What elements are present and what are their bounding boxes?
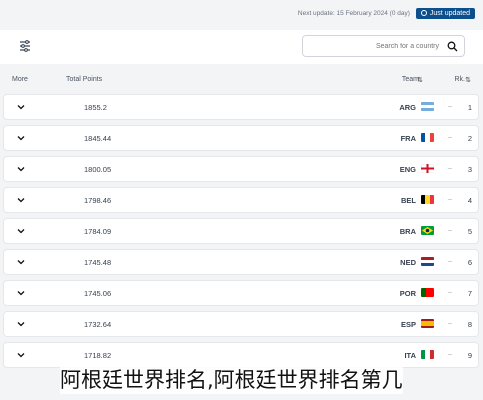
table-row[interactable]: 1855.2 ARG – 1 xyxy=(4,95,478,119)
total-points-value: 1718.82 xyxy=(84,351,112,360)
total-points-value: 1800.05 xyxy=(84,165,112,174)
chevron-down-icon[interactable] xyxy=(16,195,26,205)
rank-change-indicator: – xyxy=(448,227,452,234)
team-code: POR xyxy=(399,289,416,298)
chevron-down-icon[interactable] xyxy=(16,102,26,112)
top-bar: Next update: 15 February 2024 (0 day) Ju… xyxy=(0,0,483,26)
team-code: NED xyxy=(400,258,416,267)
table-header: More Total Points Team ⇅ Rk. ⇅ xyxy=(0,70,483,90)
rank-number: 2 xyxy=(467,134,472,143)
chevron-down-icon[interactable] xyxy=(16,164,26,174)
column-more: More xyxy=(12,76,28,83)
table-row[interactable]: 1800.05 ENG – 3 xyxy=(4,157,478,181)
total-points-value: 1798.46 xyxy=(84,196,112,205)
chevron-down-icon[interactable] xyxy=(16,257,26,267)
rank-change-indicator: – xyxy=(448,351,452,358)
caption-text: 阿根廷世界排名,阿根廷世界排名第几 xyxy=(60,364,403,394)
table-row[interactable]: 1845.44 FRA – 2 xyxy=(4,126,478,150)
rank-change-indicator: – xyxy=(448,289,452,296)
rank-number: 4 xyxy=(467,196,472,205)
rank-number: 7 xyxy=(467,289,472,298)
next-update-text: Next update: 15 February 2024 (0 day) xyxy=(297,9,410,17)
rank-number: 6 xyxy=(467,258,472,267)
rank-number: 3 xyxy=(467,165,472,174)
rank-change-indicator: – xyxy=(448,165,452,172)
total-points-value: 1732.64 xyxy=(84,320,112,329)
team-code: ITA xyxy=(404,351,416,360)
filter-icon[interactable] xyxy=(18,39,32,53)
just-updated-badge: Just updated xyxy=(415,7,475,19)
total-points-value: 1745.48 xyxy=(84,258,112,267)
chevron-down-icon[interactable] xyxy=(16,133,26,143)
search-input[interactable] xyxy=(329,42,439,50)
rank-change-indicator: – xyxy=(448,258,452,265)
rank-change-indicator: – xyxy=(448,134,452,141)
table-row[interactable]: 1745.06 POR – 7 xyxy=(4,281,478,305)
team-code: ARG xyxy=(399,103,416,112)
team-code: BRA xyxy=(399,227,416,236)
team-code: BEL xyxy=(401,196,416,205)
flag-icon xyxy=(421,288,434,297)
team-code: ESP xyxy=(400,320,416,329)
table-row[interactable]: 1784.09 BRA – 5 xyxy=(4,219,478,243)
table-row[interactable]: 1798.46 BEL – 4 xyxy=(4,188,478,212)
total-points-value: 1845.44 xyxy=(84,134,112,143)
rank-number: 9 xyxy=(467,351,472,360)
chevron-down-icon[interactable] xyxy=(16,288,26,298)
total-points-value: 1784.09 xyxy=(84,227,112,236)
total-points-value: 1855.2 xyxy=(84,103,107,112)
team-code: ENG xyxy=(399,165,416,174)
search-box[interactable] xyxy=(302,35,465,57)
table-row[interactable]: 1745.48 NED – 6 xyxy=(4,250,478,274)
column-total-points[interactable]: Total Points xyxy=(66,76,102,83)
info-icon xyxy=(420,10,427,16)
rank-number: 1 xyxy=(467,103,472,112)
total-points-value: 1745.06 xyxy=(84,289,112,298)
rank-change-indicator: – xyxy=(448,103,452,110)
search-icon[interactable] xyxy=(447,41,458,52)
rank-change-indicator: – xyxy=(448,196,452,203)
flag-icon xyxy=(421,164,434,173)
flag-icon xyxy=(421,102,434,111)
column-rank[interactable]: Rk. xyxy=(455,76,466,83)
chevron-down-icon[interactable] xyxy=(16,319,26,329)
flag-icon xyxy=(421,257,434,266)
sort-icon-team[interactable]: ⇅ xyxy=(417,76,423,84)
team-code: FRA xyxy=(400,134,416,143)
rank-change-indicator: – xyxy=(448,320,452,327)
flag-icon xyxy=(421,195,434,204)
badge-label: Just updated xyxy=(429,9,470,17)
rank-number: 5 xyxy=(467,227,472,236)
flag-icon xyxy=(421,133,434,142)
table-row[interactable]: 1732.64 ESP – 8 xyxy=(4,312,478,336)
chevron-down-icon[interactable] xyxy=(16,350,26,360)
rank-number: 8 xyxy=(467,320,472,329)
chevron-down-icon[interactable] xyxy=(16,226,26,236)
flag-icon xyxy=(421,226,434,235)
flag-icon xyxy=(421,350,434,359)
sort-icon-rank[interactable]: ⇅ xyxy=(465,76,471,84)
toolbar xyxy=(0,30,483,64)
flag-icon xyxy=(421,319,434,328)
